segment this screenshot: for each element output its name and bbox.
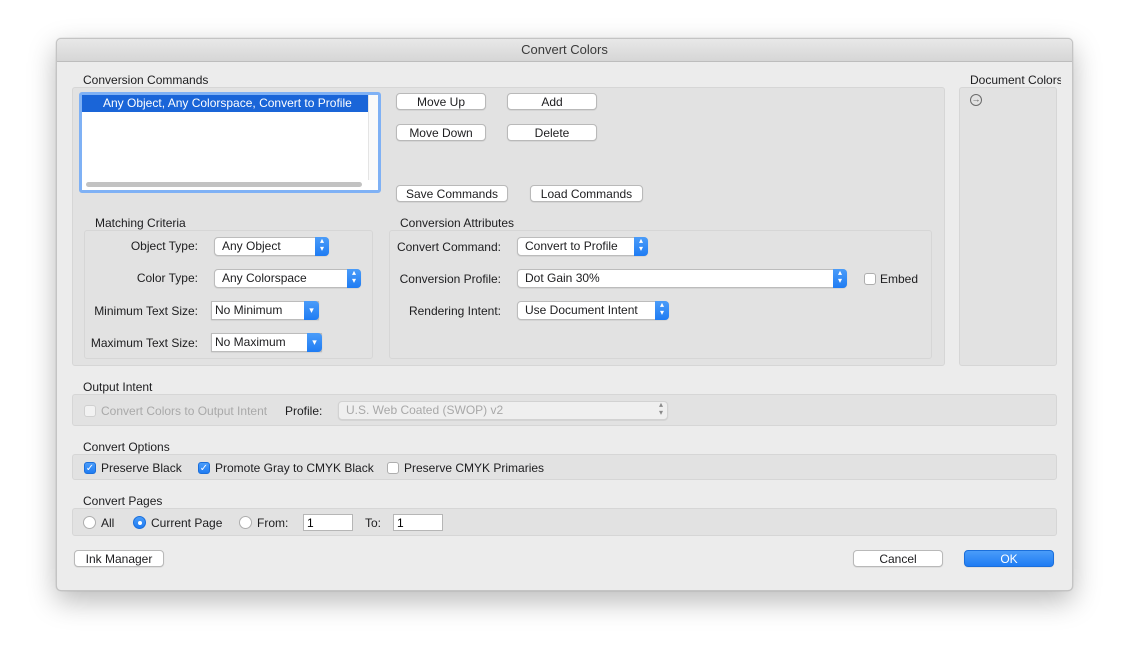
color-type-value: Any Colorspace [222, 271, 307, 285]
up-down-chevron-icon: ▴ ▾ [315, 237, 329, 256]
delete-button[interactable]: Delete [507, 124, 597, 141]
convert-pages-label: Convert Pages [83, 494, 163, 508]
list-vertical-scrollbar[interactable] [368, 95, 378, 180]
page-range-radio[interactable] [239, 516, 252, 529]
up-down-chevron-icon: ▴ ▾ [658, 400, 663, 417]
list-item[interactable]: Any Object, Any Colorspace, Convert to P… [82, 95, 369, 112]
minimum-text-size-value: No Minimum [215, 303, 283, 317]
rendering-intent-select[interactable]: Use Document Intent ▴ ▾ [517, 301, 669, 320]
all-pages-label: All [101, 516, 115, 530]
current-page-radio[interactable] [133, 516, 146, 529]
convert-to-output-intent-label: Convert Colors to Output Intent [101, 404, 268, 418]
document-colors-label: Document Colors [970, 73, 1061, 87]
maximum-text-size-label: Maximum Text Size: [90, 336, 198, 350]
all-pages-radio[interactable] [83, 516, 96, 529]
convert-command-select[interactable]: Convert to Profile ▴ ▾ [517, 237, 648, 256]
preserve-cmyk-checkbox[interactable] [387, 462, 399, 474]
minimum-text-size-select[interactable]: No Minimum ▾ [211, 301, 319, 320]
conversion-profile-select[interactable]: Dot Gain 30% ▴ ▾ [517, 269, 847, 288]
conversion-attributes-label: Conversion Attributes [400, 216, 515, 230]
minimum-text-size-label: Minimum Text Size: [94, 304, 198, 318]
embed-label: Embed [880, 272, 919, 286]
from-page-input[interactable] [303, 514, 353, 531]
to-label: To: [365, 516, 382, 530]
maximum-text-size-value: No Maximum [215, 335, 286, 349]
list-horizontal-scrollbar[interactable] [86, 182, 362, 187]
add-button[interactable]: Add [507, 93, 597, 110]
document-colors-panel [959, 87, 1057, 366]
object-type-value: Any Object [222, 239, 281, 253]
convert-colors-dialog: Convert Colors Conversion Commands Any O… [56, 38, 1073, 591]
current-page-label: Current Page [151, 516, 223, 530]
from-label: From: [257, 516, 289, 530]
output-profile-value: U.S. Web Coated (SWOP) v2 [346, 403, 504, 417]
convert-options-label: Convert Options [83, 440, 170, 454]
rendering-intent-label: Rendering Intent: [408, 304, 501, 318]
convert-to-output-intent-checkbox[interactable] [84, 405, 96, 417]
output-profile-select[interactable]: U.S. Web Coated (SWOP) v2 ▴ ▾ [338, 401, 668, 420]
ink-manager-button[interactable]: Ink Manager [74, 550, 164, 567]
ok-button[interactable]: OK [964, 550, 1054, 567]
color-type-select[interactable]: Any Colorspace ▴ ▾ [214, 269, 361, 288]
conversion-commands-list[interactable]: Any Object, Any Colorspace, Convert to P… [79, 92, 381, 193]
chevron-down-icon: ▾ [307, 333, 322, 352]
chevron-down-icon: ▾ [304, 301, 319, 320]
save-commands-button[interactable]: Save Commands [396, 185, 508, 202]
promote-gray-checkbox[interactable]: ✓ [198, 462, 210, 474]
promote-gray-label: Promote Gray to CMYK Black [215, 461, 374, 475]
window-title: Convert Colors [57, 39, 1072, 62]
embed-checkbox[interactable] [864, 273, 876, 285]
up-down-chevron-icon: ▴ ▾ [634, 237, 648, 256]
conversion-profile-label: Conversion Profile: [399, 272, 501, 286]
arrow-circle-right-icon[interactable]: → [970, 94, 982, 106]
output-profile-label: Profile: [285, 404, 323, 418]
convert-command-value: Convert to Profile [525, 239, 618, 253]
convert-command-label: Convert Command: [396, 240, 501, 254]
conversion-profile-value: Dot Gain 30% [525, 271, 600, 285]
up-down-chevron-icon: ▴ ▾ [655, 301, 669, 320]
preserve-black-checkbox[interactable]: ✓ [84, 462, 96, 474]
load-commands-button[interactable]: Load Commands [530, 185, 643, 202]
matching-criteria-label: Matching Criteria [95, 216, 186, 230]
conversion-commands-label: Conversion Commands [83, 73, 209, 87]
color-type-label: Color Type: [136, 271, 198, 285]
object-type-label: Object Type: [130, 239, 198, 253]
preserve-black-label: Preserve Black [101, 461, 182, 475]
preserve-cmyk-label: Preserve CMYK Primaries [404, 461, 545, 475]
move-down-button[interactable]: Move Down [396, 124, 486, 141]
output-intent-label: Output Intent [83, 380, 153, 394]
cancel-button[interactable]: Cancel [853, 550, 943, 567]
rendering-intent-value: Use Document Intent [525, 303, 638, 317]
up-down-chevron-icon: ▴ ▾ [833, 269, 847, 288]
move-up-button[interactable]: Move Up [396, 93, 486, 110]
maximum-text-size-select[interactable]: No Maximum ▾ [211, 333, 322, 352]
up-down-chevron-icon: ▴ ▾ [347, 269, 361, 288]
to-page-input[interactable] [393, 514, 443, 531]
object-type-select[interactable]: Any Object ▴ ▾ [214, 237, 329, 256]
